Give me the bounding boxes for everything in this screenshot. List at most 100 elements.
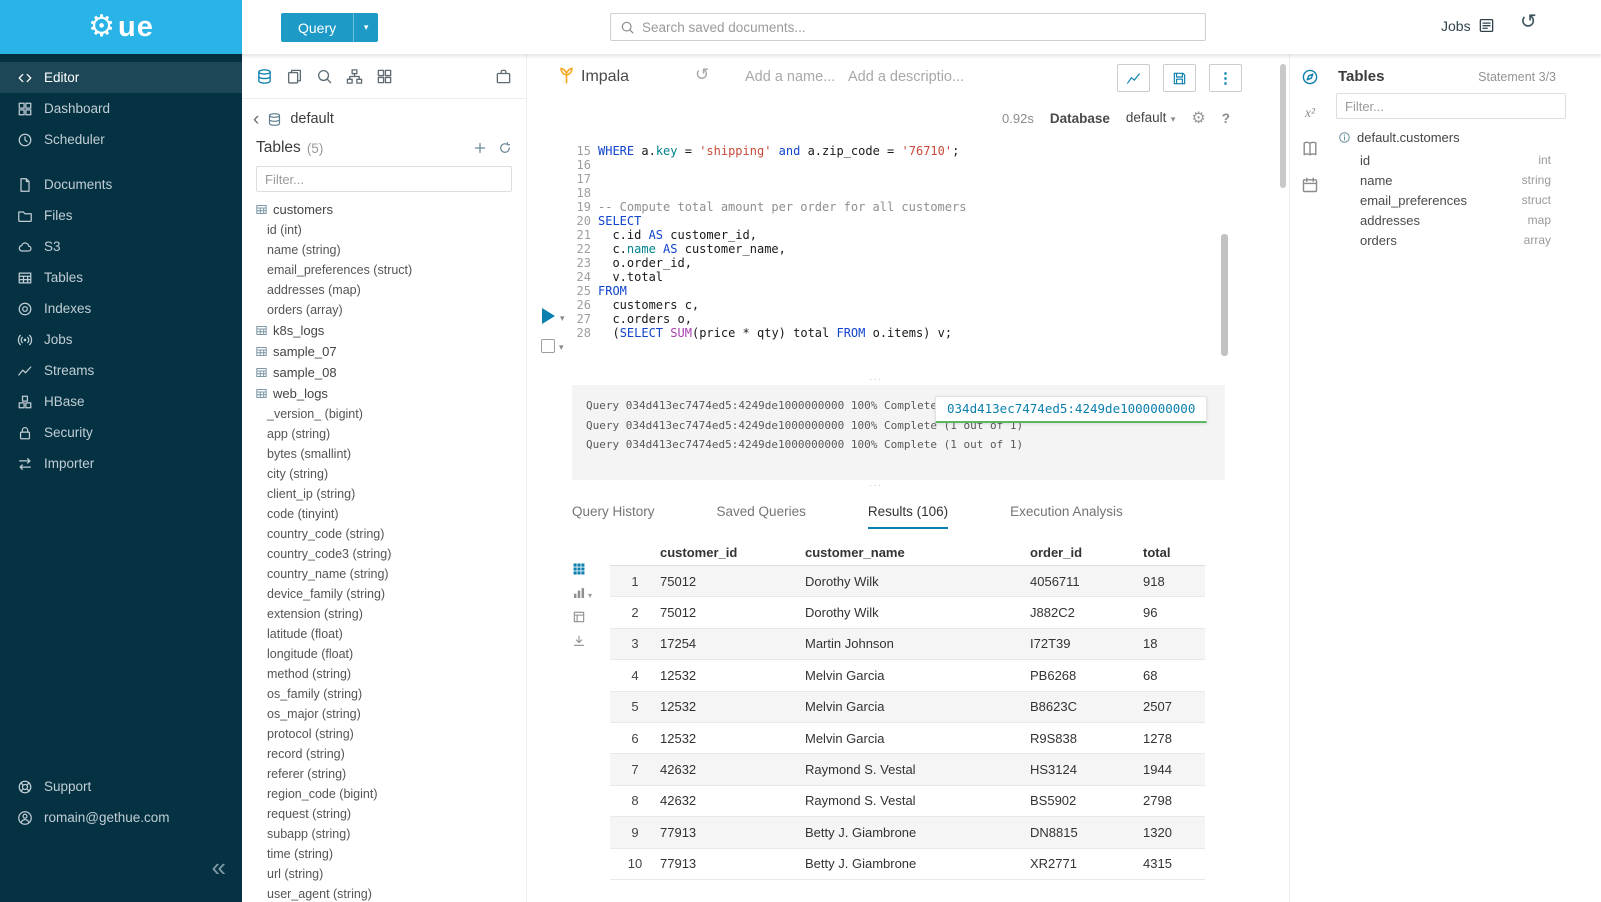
resize-grip-bottom[interactable]: ∙∙∙ — [527, 482, 1225, 489]
sidebar-item-hbase[interactable]: HBase — [0, 386, 242, 417]
column-row[interactable]: app (string) — [242, 424, 526, 444]
tab-query-history[interactable]: Query History — [572, 504, 655, 529]
table-row[interactable]: sample_08 — [242, 362, 526, 383]
tab-results[interactable]: Results (106) — [868, 504, 948, 529]
active-table-row[interactable]: default.customers — [1330, 119, 1601, 150]
sidebar-item-jobs[interactable]: Jobs — [0, 324, 242, 355]
explain-button[interactable] — [541, 339, 555, 353]
sidebar-item-files[interactable]: Files — [0, 200, 242, 231]
table-row[interactable]: 412532Melvin GarciaPB626868 — [610, 660, 1205, 691]
column-row[interactable]: name (string) — [242, 240, 526, 260]
column-row[interactable]: method (string) — [242, 664, 526, 684]
right-filter-input[interactable] — [1336, 93, 1566, 119]
main-scrollbar[interactable] — [1280, 64, 1286, 188]
add-table-button[interactable] — [473, 141, 487, 155]
download-button[interactable] — [572, 634, 592, 648]
refresh-button[interactable] — [498, 141, 512, 155]
column-row[interactable]: country_code (string) — [242, 524, 526, 544]
tab-execution-analysis[interactable]: Execution Analysis — [1010, 504, 1123, 529]
sidebar-item-user[interactable]: romain@gethue.com — [0, 802, 242, 833]
query-dropdown-button[interactable]: ▾ — [353, 13, 378, 42]
sidebar-item-dashboard[interactable]: Dashboard — [0, 93, 242, 124]
db-sources-button[interactable] — [256, 68, 273, 85]
settings-gear-icon[interactable]: ⚙ — [1191, 108, 1205, 128]
table-row[interactable]: 275012Dorothy WilkJ882C296 — [610, 597, 1205, 628]
column-row[interactable]: region_code (bigint) — [242, 784, 526, 804]
query-history-icon[interactable]: ↺ — [1520, 12, 1537, 32]
column-row[interactable]: url (string) — [242, 864, 526, 884]
assistant-button[interactable] — [1298, 66, 1322, 88]
search-input[interactable] — [642, 20, 1196, 35]
chart-button[interactable] — [1117, 64, 1150, 92]
run-query-button[interactable] — [542, 308, 555, 324]
back-chevron-icon[interactable]: ‹ — [253, 110, 259, 129]
documents-button[interactable] — [286, 68, 303, 85]
column-row[interactable]: country_name (string) — [242, 564, 526, 584]
sidebar-item-security[interactable]: Security — [0, 417, 242, 448]
explain-caret-icon[interactable]: ▾ — [559, 342, 564, 353]
table-row[interactable]: web_logs — [242, 383, 526, 404]
sidebar-item-tables[interactable]: Tables — [0, 262, 242, 293]
query-name-field[interactable]: Add a name... — [745, 69, 835, 85]
column-row[interactable]: time (string) — [242, 844, 526, 864]
column-row[interactable]: user_agent (string) — [242, 884, 526, 902]
column-row[interactable]: addresses (map) — [242, 280, 526, 300]
lang-ref-button[interactable] — [1298, 138, 1322, 160]
database-dropdown[interactable]: default ▾ — [1126, 109, 1176, 127]
table-row[interactable]: 175012Dorothy Wilk4056711918 — [610, 566, 1205, 597]
column-row[interactable]: email_preferencesstruct — [1330, 190, 1601, 210]
column-row[interactable]: _version_ (bigint) — [242, 404, 526, 424]
column-row[interactable]: country_code3 (string) — [242, 544, 526, 564]
storage-button[interactable] — [495, 68, 512, 85]
breadcrumb-database[interactable]: default — [290, 111, 334, 127]
column-row[interactable]: idint — [1330, 150, 1601, 170]
query-description-field[interactable]: Add a descriptio... — [848, 69, 964, 85]
hue-logo[interactable]: ⚙ ue — [0, 0, 242, 54]
table-row[interactable]: 512532Melvin GarciaB8623C2507 — [610, 692, 1205, 723]
column-row[interactable]: referer (string) — [242, 764, 526, 784]
table-row[interactable]: 317254Martin JohnsonI72T3918 — [610, 629, 1205, 660]
column-row[interactable]: latitude (float) — [242, 624, 526, 644]
column-row[interactable]: os_family (string) — [242, 684, 526, 704]
sidebar-item-documents[interactable]: Documents — [0, 169, 242, 200]
tab-saved-queries[interactable]: Saved Queries — [717, 504, 806, 529]
code-editor[interactable]: 1516171819202122232425262728 WHERE a.key… — [527, 136, 1290, 362]
column-row[interactable]: subapp (string) — [242, 824, 526, 844]
table-row[interactable]: 1077913Betty J. GiambroneXR27714315 — [610, 849, 1205, 880]
sidebar-item-scheduler[interactable]: Scheduler — [0, 124, 242, 155]
column-row[interactable]: ordersarray — [1330, 230, 1601, 250]
collapse-sidebar-button[interactable]: « — [212, 854, 226, 880]
table-row[interactable]: sample_07 — [242, 341, 526, 362]
help-icon[interactable]: ? — [1222, 111, 1230, 126]
more-button[interactable]: ⋮ — [1209, 64, 1242, 92]
column-row[interactable]: device_family (string) — [242, 584, 526, 604]
column-row[interactable]: namestring — [1330, 170, 1601, 190]
table-row[interactable]: 612532Melvin GarciaR9S8381278 — [610, 723, 1205, 754]
table-row[interactable]: 977913Betty J. GiambroneDN88151320 — [610, 817, 1205, 848]
grid-view-button[interactable] — [572, 562, 592, 576]
column-row[interactable]: orders (array) — [242, 300, 526, 320]
assist-filter-input[interactable] — [256, 166, 512, 192]
sidebar-item-streams[interactable]: Streams — [0, 355, 242, 386]
query-button[interactable]: Query — [281, 13, 353, 42]
table-row[interactable]: k8s_logs — [242, 320, 526, 341]
save-button[interactable] — [1163, 64, 1196, 92]
schedule-button[interactable] — [1298, 174, 1322, 196]
column-header[interactable]: customer_name — [805, 545, 1030, 560]
resize-grip-top[interactable]: ∙∙∙ — [527, 376, 1225, 383]
column-header[interactable]: customer_id — [660, 545, 805, 560]
search-button[interactable] — [316, 68, 333, 85]
editor-scrollbar[interactable] — [1221, 234, 1228, 356]
column-row[interactable]: protocol (string) — [242, 724, 526, 744]
column-header[interactable]: total — [1143, 545, 1205, 560]
column-row[interactable]: longitude (float) — [242, 644, 526, 664]
column-row[interactable]: bytes (smallint) — [242, 444, 526, 464]
table-row[interactable]: 842632Raymond S. VestalBS59022798 — [610, 786, 1205, 817]
query-id-tooltip[interactable]: 034d413ec7474ed5:4249de1000000000 — [935, 396, 1207, 423]
column-header[interactable]: order_id — [1030, 545, 1143, 560]
sidebar-item-editor[interactable]: Editor — [0, 62, 242, 93]
column-row[interactable]: request (string) — [242, 804, 526, 824]
column-row[interactable]: client_ip (string) — [242, 484, 526, 504]
column-row[interactable]: extension (string) — [242, 604, 526, 624]
column-row[interactable]: record (string) — [242, 744, 526, 764]
